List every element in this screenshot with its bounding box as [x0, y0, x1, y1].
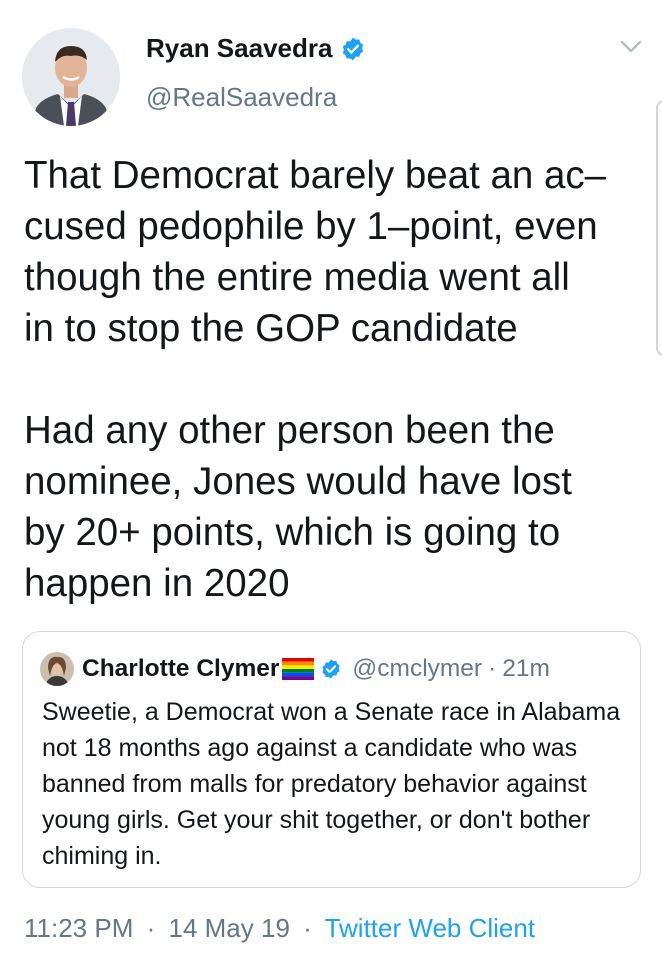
- rainbow-flag-icon: [282, 658, 315, 680]
- author-name-text[interactable]: Ryan Saavedra: [146, 33, 332, 64]
- separator-dot: ·: [303, 913, 312, 943]
- verified-badge-icon: [322, 659, 341, 679]
- quoted-tweet-text: Sweetie, a Democrat won a Senate race in…: [42, 698, 621, 870]
- tweet-client-link[interactable]: Twitter Web Client: [325, 913, 535, 943]
- tweet-meta: 11:23 PM · 14 May 19 · Twitter Web Clien…: [24, 913, 535, 944]
- separator-dot: ·: [488, 655, 497, 682]
- separator-dot: ·: [146, 913, 156, 943]
- edge-frame: [656, 100, 662, 356]
- tweet-container: Ryan Saavedra @RealSaavedra That Democra…: [0, 0, 662, 956]
- chevron-down-icon[interactable]: [620, 40, 642, 54]
- author-name[interactable]: Ryan Saavedra: [146, 33, 366, 64]
- author-handle[interactable]: @RealSaavedra: [146, 82, 337, 113]
- quoted-tweet-card[interactable]: Charlotte Clymer @cmclymer · 21m Sweetie…: [22, 631, 641, 888]
- tweet-text: That Democrat barely beat an ac– cused p…: [24, 154, 607, 605]
- quoted-tweet-time[interactable]: 21m: [502, 655, 550, 683]
- tweet-date[interactable]: 14 May 19: [169, 913, 290, 943]
- quoted-author-handle[interactable]: @cmclymer: [352, 655, 482, 683]
- quoted-author-name[interactable]: Charlotte Clymer: [82, 655, 279, 683]
- quoted-tweet-header: Charlotte Clymer @cmclymer · 21m: [40, 652, 550, 686]
- tweet-time[interactable]: 11:23 PM: [24, 913, 133, 943]
- verified-badge-icon: [343, 37, 364, 60]
- quoted-author-avatar[interactable]: [40, 652, 74, 686]
- author-avatar[interactable]: [22, 28, 120, 126]
